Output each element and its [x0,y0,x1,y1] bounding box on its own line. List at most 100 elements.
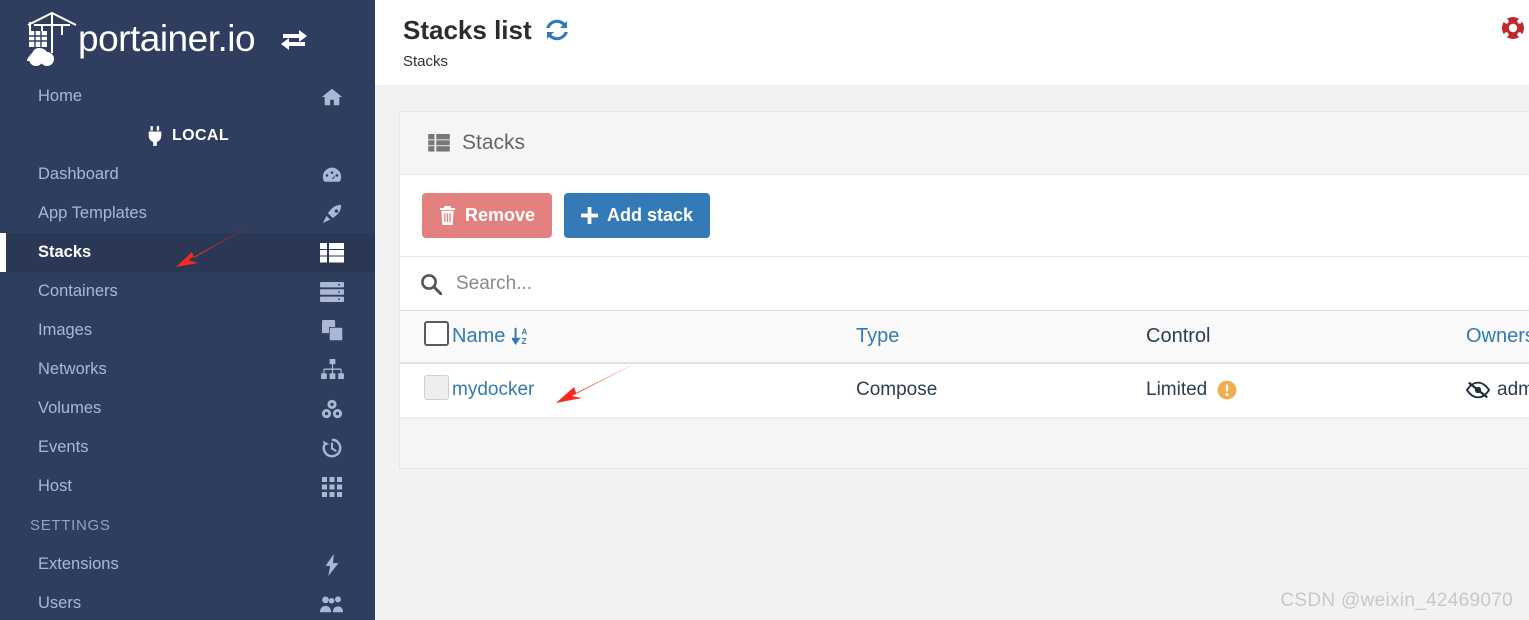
sidebar-item-label: Stacks [38,243,92,261]
sidebar-endpoint-local: LOCAL [0,116,375,155]
column-header-ownership-label: Ownership [1466,324,1529,347]
panel-footer [400,418,1529,468]
sidebar-item-users[interactable]: Users [0,584,375,620]
column-header-ownership[interactable]: Ownership [1466,310,1529,364]
stacks-panel: Stacks Remove Add stack Search... Name A… [399,111,1529,469]
row-checkbox[interactable] [424,374,449,400]
add-stack-button-label: Add stack [607,205,694,225]
column-header-type[interactable]: Type [856,310,1146,364]
row-select-cell [400,362,452,418]
sidebar-item-host[interactable]: Host [0,467,375,506]
row-name-cell: mydocker [452,362,856,418]
panel-header: Stacks [400,112,1529,175]
sidebar-item-label: Extensions [38,555,119,573]
sidebar-item-stacks[interactable]: Stacks [0,233,375,272]
eye-slash-icon [1465,381,1491,399]
sidebar-item-label: App Templates [38,204,147,222]
panel-title: Stacks [462,131,526,154]
search-input[interactable] [456,272,1529,295]
sidebar-item-label: Images [38,321,93,339]
svg-text:Z: Z [522,337,527,346]
main-content: Stacks list Stacks Stacks Remove Add sta… [375,0,1529,620]
life-ring-icon[interactable] [1501,16,1525,40]
add-stack-button[interactable]: Add stack [564,193,711,238]
sidebar-item-label: Containers [38,282,118,300]
plus-icon [581,207,599,224]
search-bar[interactable] [400,256,1529,310]
server-icon [319,281,345,303]
page-header: Stacks list Stacks [375,0,1529,85]
sidebar-item-app-templates[interactable]: App Templates [0,194,375,233]
brand-name: portainer.io [78,18,256,59]
sidebar-item-label: Events [38,438,89,456]
sidebar-endpoint-label: LOCAL [171,126,230,144]
list-table-icon [319,242,345,264]
sidebar: portainer.io Home LOCAL Dashboard App Te… [0,0,375,620]
select-all-checkbox[interactable] [424,320,449,346]
warning-circle-icon[interactable] [1217,380,1237,400]
remove-button-label: Remove [465,205,536,225]
select-all-header [400,310,452,364]
stacks-table: Name A Z Type Control Owner mydocker Com… [400,310,1529,418]
page-title-text: Stacks list [403,15,532,45]
exchange-arrows-icon[interactable] [279,24,309,54]
column-header-name[interactable]: Name A Z [452,310,856,364]
bolt-icon [319,553,345,576]
sidebar-item-networks[interactable]: Networks [0,350,375,389]
brand-logo[interactable]: portainer.io [0,0,375,77]
sidebar-item-volumes[interactable]: Volumes [0,389,375,428]
sidebar-item-images[interactable]: Images [0,311,375,350]
column-header-control-label: Control [1146,324,1211,347]
remove-button[interactable]: Remove [422,193,553,238]
sidebar-section-settings: SETTINGS [0,506,375,545]
sidebar-item-dashboard[interactable]: Dashboard [0,155,375,194]
sidebar-item-home[interactable]: Home [0,77,375,116]
sort-alpha-down-icon: A Z [511,326,530,346]
page-title: Stacks list [403,16,1529,45]
panel-actions: Remove Add stack [400,175,1529,256]
sidebar-item-label: Users [38,594,82,612]
sidebar-item-label: Volumes [38,399,102,417]
rocket-icon [319,203,345,225]
column-header-control: Control [1146,310,1466,364]
stack-name-link[interactable]: mydocker [452,379,534,400]
sidebar-section-label: SETTINGS [30,517,111,534]
sitemap-icon [319,359,345,381]
row-control-cell: Limited [1146,362,1466,418]
sidebar-item-label: Dashboard [38,165,119,183]
row-ownership-cell: administrators [1465,362,1529,418]
list-table-icon [428,134,450,152]
table-header-row: Name A Z Type Control Owner [400,310,1529,364]
watermark: CSDN @weixin_42469070 [1280,590,1513,611]
crane-container-cloud-icon [22,9,78,69]
cubes-icon [319,398,345,420]
sidebar-item-label: Host [38,477,72,495]
sidebar-nav: Home LOCAL Dashboard App Templates Stack… [0,77,375,620]
users-icon [319,593,345,615]
portainer-app: portainer.io Home LOCAL Dashboard App Te… [0,0,1529,620]
plug-icon [146,125,164,146]
svg-text:A: A [522,328,528,337]
row-ownership-label: administrators [1497,379,1529,401]
column-header-name-label: Name [452,324,506,347]
tachometer-icon [319,164,345,186]
table-head: Name A Z Type Control Owner [400,310,1529,364]
table-row[interactable]: mydocker Compose Limited adm [400,362,1529,418]
sidebar-item-containers[interactable]: Containers [0,272,375,311]
grid-icon [319,476,345,498]
stacks-content: Stacks Remove Add stack Search... Name A… [375,85,1529,469]
clone-icon [319,320,345,342]
breadcrumb[interactable]: Stacks [403,53,1529,70]
search-icon [420,273,443,295]
sidebar-item-label: Home [38,87,83,105]
home-icon [319,86,345,108]
refresh-sync-icon[interactable] [544,17,570,43]
sidebar-item-extensions[interactable]: Extensions [0,545,375,584]
row-type-cell: Compose [856,362,1146,418]
table-body: mydocker Compose Limited adm [400,362,1529,418]
trash-icon [439,206,456,225]
sidebar-item-events[interactable]: Events [0,428,375,467]
history-icon [319,437,345,459]
row-control-label: Limited [1146,379,1208,401]
column-header-type-label: Type [856,324,900,347]
